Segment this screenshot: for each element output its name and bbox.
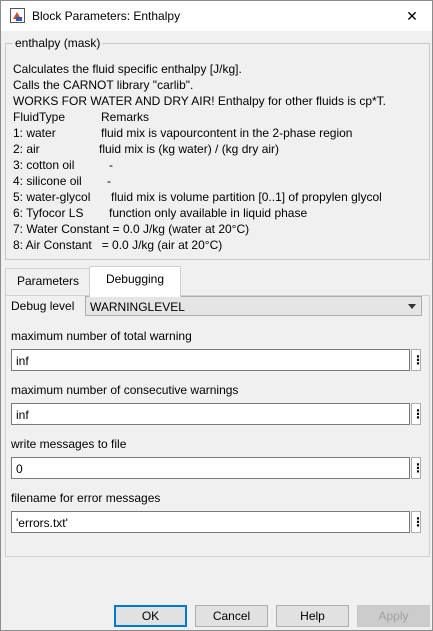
chevron-down-icon: [408, 304, 416, 309]
fluid-remark: -: [109, 158, 113, 172]
field-value: 'errors.txt': [16, 516, 68, 530]
error-filename-input[interactable]: 'errors.txt': [11, 511, 410, 533]
fluid-remark: fluid mix is vapourcontent in the 2-phas…: [101, 126, 353, 140]
max-consecutive-warnings-input[interactable]: inf: [11, 403, 410, 425]
fluid-type: 4: silicone oil: [13, 174, 82, 188]
apply-button[interactable]: Apply: [357, 605, 430, 627]
fluid-type: 3: cotton oil: [13, 158, 75, 172]
tab-debugging[interactable]: Debugging: [89, 266, 181, 297]
debug-level-select[interactable]: WARNINGLEVEL: [85, 296, 422, 316]
fluid-remark: fluid mix is (kg water) / (kg dry air): [99, 142, 280, 156]
field-value: 0: [16, 462, 23, 476]
fluid-remark: function only available in liquid phase: [109, 206, 308, 220]
table-header-col1: FluidType: [13, 110, 66, 124]
field-value: inf: [16, 354, 29, 368]
fluid-remark: -: [107, 174, 111, 188]
debug-level-value: WARNINGLEVEL: [90, 300, 185, 314]
table-header-col2: Remarks: [101, 110, 150, 124]
constant-line: 8: Air Constant = 0.0 J/kg (air at 20°C): [13, 238, 223, 252]
more-options-icon[interactable]: ⋮: [411, 457, 424, 479]
close-icon[interactable]: ✕: [392, 1, 432, 31]
constant-line: 7: Water Constant = 0.0 J/kg (water at 2…: [13, 222, 250, 236]
write-messages-label: write messages to file: [11, 437, 127, 451]
tab-parameters[interactable]: Parameters: [5, 268, 91, 295]
window-title: Block Parameters: Enthalpy: [32, 9, 181, 23]
fluid-type: 2: air: [13, 142, 40, 156]
description-line: Calculates the fluid specific enthalpy […: [13, 62, 242, 76]
debug-level-label: Debug level: [11, 299, 75, 313]
cancel-button[interactable]: Cancel: [195, 605, 268, 627]
more-options-icon[interactable]: ⋮: [411, 349, 424, 371]
tab-bar: Parameters Debugging: [5, 266, 430, 297]
help-button[interactable]: Help: [276, 605, 349, 627]
field-value: inf: [16, 408, 29, 422]
error-filename-label: filename for error messages: [11, 491, 161, 505]
fluid-type: 6: Tyfocor LS: [13, 206, 84, 220]
dialog-window: Block Parameters: Enthalpy ✕ enthalpy (m…: [0, 0, 433, 631]
description-line: Calls the CARNOT library "carlib".: [13, 78, 194, 92]
fluid-remark: fluid mix is volume partition [0..1] of …: [111, 190, 382, 204]
fluid-type: 1: water: [13, 126, 56, 140]
more-options-icon[interactable]: ⋮: [411, 511, 424, 533]
ok-button[interactable]: OK: [114, 605, 187, 627]
fluid-type: 5: water-glycol: [13, 190, 91, 204]
more-options-icon[interactable]: ⋮: [411, 403, 424, 425]
max-consecutive-warnings-label: maximum number of consecutive warnings: [11, 383, 239, 397]
max-total-warning-input[interactable]: inf: [11, 349, 410, 371]
title-bar: Block Parameters: Enthalpy ✕: [1, 1, 432, 31]
mask-title: enthalpy (mask): [13, 36, 103, 50]
simulink-block-icon: [10, 8, 25, 23]
write-messages-input[interactable]: 0: [11, 457, 410, 479]
max-total-warning-label: maximum number of total warning: [11, 329, 192, 343]
description-line: WORKS FOR WATER AND DRY AIR! Enthalpy fo…: [13, 94, 386, 108]
